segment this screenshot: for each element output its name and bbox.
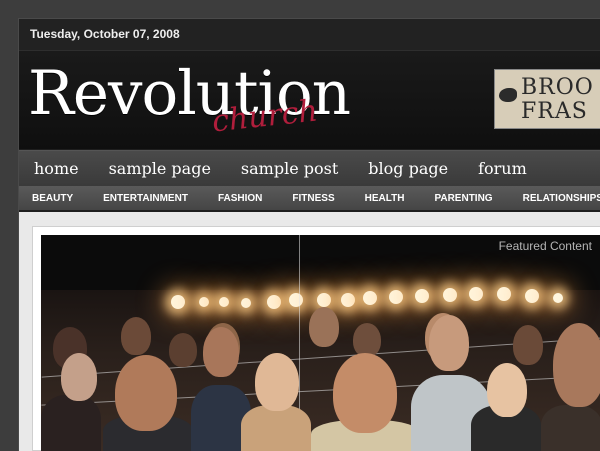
featured-content-box: Featured Content <box>32 226 600 451</box>
light-icon <box>317 293 331 307</box>
person-figure <box>333 353 397 433</box>
light-icon <box>415 289 429 303</box>
person-figure <box>513 325 543 365</box>
nav-item-forum[interactable]: forum <box>478 159 527 178</box>
site-logo-subtitle[interactable]: church <box>210 94 319 140</box>
person-figure <box>309 307 339 347</box>
light-icon <box>525 289 539 303</box>
light-icon <box>341 293 355 307</box>
category-navigation: BEAUTY ENTERTAINMENT FASHION FITNESS HEA… <box>19 186 600 210</box>
person-figure <box>121 317 151 355</box>
person-figure <box>429 315 469 371</box>
light-icon <box>443 288 457 302</box>
bird-icon <box>499 88 517 102</box>
date-bar: Tuesday, October 07, 2008 <box>19 19 600 51</box>
person-figure <box>203 327 239 377</box>
ad-text-line-2: FRAS <box>521 99 588 124</box>
main-navigation: home sample page sample post blog page f… <box>19 150 600 186</box>
category-item-fitness[interactable]: FITNESS <box>292 193 334 204</box>
category-item-entertainment[interactable]: ENTERTAINMENT <box>103 193 188 204</box>
person-body <box>241 405 311 451</box>
light-icon <box>497 287 511 301</box>
person-figure <box>61 353 97 401</box>
light-icon <box>553 293 563 303</box>
light-icon <box>469 287 483 301</box>
category-item-beauty[interactable]: BEAUTY <box>32 193 73 204</box>
featured-image[interactable]: Featured Content <box>41 235 600 451</box>
main-content: Featured Content <box>19 212 600 451</box>
nav-item-sample-page[interactable]: sample page <box>109 159 211 178</box>
light-icon <box>389 290 403 304</box>
light-icon <box>219 297 229 307</box>
category-item-health[interactable]: HEALTH <box>365 193 405 204</box>
light-icon <box>267 295 281 309</box>
light-icon <box>199 297 209 307</box>
site-header: Revolution church BROO FRAS <box>19 51 600 149</box>
light-icon <box>171 295 185 309</box>
person-figure <box>353 323 381 357</box>
person-body <box>541 405 600 451</box>
nav-item-sample-post[interactable]: sample post <box>241 159 338 178</box>
header-ad-banner[interactable]: BROO FRAS <box>494 69 600 129</box>
nav-item-blog-page[interactable]: blog page <box>368 159 448 178</box>
light-icon <box>289 293 303 307</box>
category-item-parenting[interactable]: PARENTING <box>434 193 492 204</box>
category-item-relationships[interactable]: RELATIONSHIPS <box>523 193 600 204</box>
person-figure <box>553 323 600 407</box>
page-wrapper: Tuesday, October 07, 2008 Revolution chu… <box>18 18 600 451</box>
person-figure <box>487 363 527 417</box>
current-date: Tuesday, October 07, 2008 <box>30 27 180 41</box>
featured-content-label: Featured Content <box>498 239 592 253</box>
light-icon <box>241 298 251 308</box>
nav-item-home[interactable]: home <box>34 159 79 178</box>
person-figure <box>115 355 177 431</box>
category-item-fashion[interactable]: FASHION <box>218 193 262 204</box>
person-figure <box>255 353 299 411</box>
ad-text-line-1: BROO <box>521 75 594 100</box>
light-icon <box>363 291 377 305</box>
person-figure <box>169 333 197 367</box>
person-body <box>41 395 101 451</box>
